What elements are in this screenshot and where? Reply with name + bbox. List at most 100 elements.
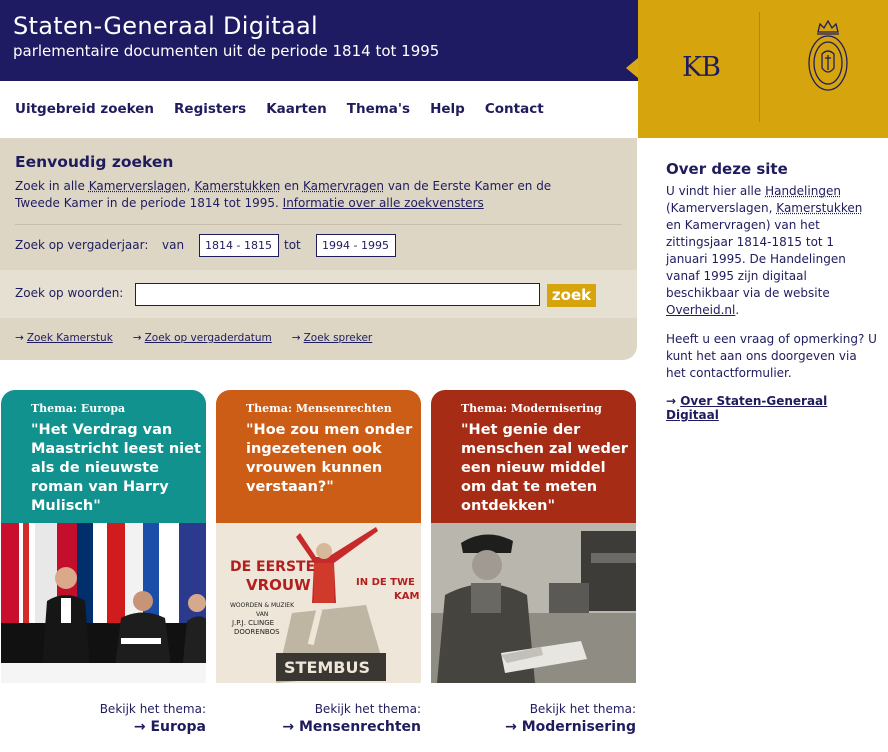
theme-name: Modernisering <box>521 719 636 735</box>
link-label: Zoek op vergaderdatum <box>144 332 272 344</box>
nav-contact[interactable]: Contact <box>485 101 544 117</box>
modernisering-photo[interactable] <box>431 523 636 683</box>
zoek-kamerstuk-link[interactable]: → Zoek Kamerstuk <box>15 332 113 344</box>
poster-text: STEMBUS <box>284 658 370 677</box>
kamerstukken-term[interactable]: Kamerstukken <box>776 201 862 215</box>
divider <box>15 224 622 225</box>
theme-card-europa: Thema: Europa "Het Verdrag van Maastrich… <box>1 390 206 752</box>
info-search-link[interactable]: Informatie over alle zoekvensters <box>283 196 484 210</box>
theme-tag: Thema: Mensenrechten <box>246 402 392 415</box>
card-footer: Bekijk het thema: → Mensenrechten <box>216 683 421 752</box>
from-label: van <box>162 238 185 252</box>
poster-text: VAN <box>256 611 268 618</box>
about-sgd-link[interactable]: Over Staten-Generaal Digitaal <box>666 394 827 422</box>
kb-logo[interactable]: KB <box>682 52 721 83</box>
search-title: Eenvoudig zoeken <box>15 153 174 171</box>
main-nav: Uitgebreid zoeken Registers Kaarten Them… <box>15 101 564 117</box>
about-text: U vindt hier alle Handelingen (Kamervers… <box>666 183 878 319</box>
nav-themas[interactable]: Thema's <box>347 101 410 117</box>
card-header[interactable]: Thema: Modernisering "Het genie der mens… <box>431 390 636 523</box>
overheid-link[interactable]: Overheid.nl <box>666 303 735 317</box>
poster-text: J.P.J. CLINGE <box>231 619 274 627</box>
arrow-right-icon: → <box>505 719 522 735</box>
nav-help[interactable]: Help <box>430 101 465 117</box>
theme-tag: Thema: Modernisering <box>461 402 602 415</box>
theme-name: Mensenrechten <box>298 719 421 735</box>
contact-text-part: . <box>787 366 792 380</box>
view-theme-link[interactable]: → Mensenrechten <box>282 719 421 735</box>
kamervragen-term[interactable]: Kamervragen <box>303 179 384 193</box>
royal-crest-icon <box>808 19 848 91</box>
theme-quote: "Het Verdrag van Maastricht leest niet a… <box>31 422 201 514</box>
theme-name: Europa <box>150 719 206 735</box>
zoek-button[interactable]: zoek <box>547 284 596 307</box>
theme-quote: "Het genie der menschen zal weder een ni… <box>461 422 628 514</box>
poster-text: WOORDEN & MUZIEK <box>230 602 295 609</box>
nav-kaarten[interactable]: Kaarten <box>266 101 327 117</box>
card-header[interactable]: Thema: Europa "Het Verdrag van Maastrich… <box>1 390 206 523</box>
arrow-right-icon: → <box>291 332 301 344</box>
view-theme-label: Bekijk het thema: <box>99 702 206 716</box>
year-to-input[interactable] <box>316 234 396 257</box>
contact-text: Heeft u een vraag of opmerking? U kunt h… <box>666 331 878 382</box>
view-theme-link[interactable]: → Europa <box>134 719 206 735</box>
site-title[interactable]: Staten-Generaal Digitaal <box>13 12 318 40</box>
zoek-vergaderdatum-link[interactable]: → Zoek op vergaderdatum <box>133 332 272 344</box>
theme-tag: Thema: Europa <box>31 402 126 415</box>
card-header[interactable]: Thema: Mensenrechten "Hoe zou men onder … <box>216 390 421 523</box>
site-header: Staten-Generaal Digitaal parlementaire d… <box>0 0 638 81</box>
year-from-input[interactable] <box>199 234 279 257</box>
about-text-part: U vindt hier alle <box>666 184 766 198</box>
officer-photo-illustration <box>431 523 636 683</box>
about-text-part: (Kamerverslagen, <box>666 201 777 215</box>
intro-text: Zoek in alle <box>15 179 89 193</box>
poster-text: IN DE TWE <box>356 577 415 588</box>
card-footer: Bekijk het thema: → Europa <box>1 683 206 752</box>
to-label: tot <box>284 238 301 252</box>
simple-search-panel: Eenvoudig zoeken Zoek in alle Kamerversl… <box>0 138 637 360</box>
theme-card-mensenrechten: Thema: Mensenrechten "Hoe zou men onder … <box>216 390 421 752</box>
view-theme-label: Bekijk het thema: <box>529 702 636 716</box>
kb-panel: KB <box>638 0 888 138</box>
arrow-right-icon: → <box>15 332 24 344</box>
arrow-right-icon: → <box>282 719 299 735</box>
arrow-right-icon: → <box>133 719 151 735</box>
kamerverslagen-term[interactable]: Kamerverslagen <box>89 179 187 193</box>
about-title: Over deze site <box>666 160 788 178</box>
header-notch <box>626 58 638 78</box>
view-theme-link[interactable]: → Modernisering <box>505 719 636 735</box>
link-label: Zoek spreker <box>303 332 373 344</box>
poster-text: KAM <box>394 591 419 602</box>
zoek-spreker-link[interactable]: → Zoek spreker <box>292 332 372 344</box>
quick-search-links: → Zoek Kamerstuk → Zoek op vergaderdatum →… <box>15 332 392 344</box>
about-sgd-link-row: → Over Staten-Generaal Digitaal <box>666 394 878 422</box>
kb-divider <box>759 12 760 122</box>
poster-text: DOORENBOS <box>234 628 280 636</box>
words-search-input[interactable] <box>135 283 540 306</box>
about-sidebar: Over deze site U vindt hier alle Handeli… <box>666 160 878 422</box>
theme-quote: "Hoe zou men onder ingezetenen ook vrouw… <box>246 422 413 495</box>
europa-photo[interactable] <box>1 523 206 683</box>
view-theme-label: Bekijk het thema: <box>314 702 421 716</box>
mensenrechten-poster[interactable]: DE EERSTE VROUW IN DE TWE KAM WOORDEN & … <box>216 523 421 683</box>
flags-photo-illustration <box>1 523 206 683</box>
card-footer: Bekijk het thema: → Modernisering <box>431 683 636 752</box>
contactformulier-link[interactable]: contactformulier <box>690 366 788 380</box>
kamerstukken-term[interactable]: Kamerstukken <box>194 179 280 193</box>
about-text-part: en Kamervragen) van het zittingsjaar 181… <box>666 218 846 300</box>
link-label: Zoek Kamerstuk <box>26 332 113 344</box>
nav-registers[interactable]: Registers <box>174 101 246 117</box>
words-label: Zoek op woorden: <box>15 286 124 300</box>
handelingen-term[interactable]: Handelingen <box>765 184 841 198</box>
poster-text: VROUW <box>246 576 311 594</box>
search-intro: Zoek in alle Kamerverslagen, Kamerstukke… <box>15 178 595 212</box>
about-text-part: . <box>735 303 740 317</box>
poster-text: DE EERSTE <box>230 559 315 575</box>
intro-text: en <box>280 179 303 193</box>
poster-illustration: DE EERSTE VROUW IN DE TWE KAM WOORDEN & … <box>216 523 421 683</box>
nav-uitgebreid-zoeken[interactable]: Uitgebreid zoeken <box>15 101 154 117</box>
arrow-right-icon: → <box>666 394 681 408</box>
site-subtitle: parlementaire documenten uit de periode … <box>13 42 440 60</box>
year-label: Zoek op vergaderjaar: <box>15 238 149 252</box>
theme-card-modernisering: Thema: Modernisering "Het genie der mens… <box>431 390 636 752</box>
